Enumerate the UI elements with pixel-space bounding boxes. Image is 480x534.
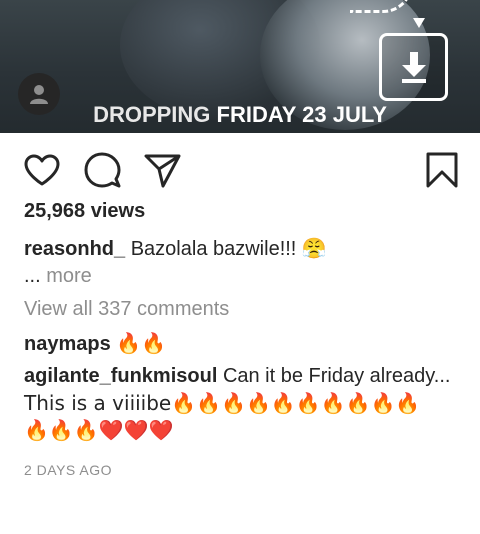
view-count[interactable]: 25,968 views bbox=[24, 198, 456, 225]
download-icon bbox=[401, 52, 426, 83]
tagged-user-avatar[interactable] bbox=[18, 73, 60, 115]
comment-icon bbox=[84, 152, 121, 188]
comment-text: 🔥🔥 bbox=[116, 331, 167, 355]
caption-username[interactable]: reasonhd_ bbox=[24, 238, 125, 260]
comment-item: agilante_funkmisoul Can it be Friday alr… bbox=[24, 363, 456, 444]
caption-more-row: ... more bbox=[24, 263, 456, 290]
caption-text: Bazolala bazwile!!! 😤 bbox=[130, 238, 327, 260]
bookmark-icon bbox=[426, 152, 458, 188]
like-button[interactable] bbox=[22, 150, 62, 190]
comment-text-line3: 🔥🔥🔥❤️❤️❤️ bbox=[24, 418, 174, 442]
media-banner-text: DROPPING FRIDAY 23 JULY bbox=[0, 102, 480, 128]
view-all-comments-link[interactable]: View all 337 comments bbox=[24, 296, 456, 323]
post-actions-bar bbox=[0, 145, 480, 195]
banner-word-dropping: DROPPING bbox=[93, 102, 211, 127]
caption: reasonhd_ Bazolala bazwile!!! 😤 bbox=[24, 236, 456, 263]
post-timestamp: 2 DAYS AGO bbox=[24, 462, 112, 478]
comment-item: naymaps 🔥🔥 bbox=[24, 330, 456, 358]
send-icon bbox=[144, 154, 181, 188]
comment-username[interactable]: agilante_funkmisoul bbox=[24, 365, 217, 387]
person-icon bbox=[30, 85, 48, 104]
more-link[interactable]: more bbox=[46, 265, 92, 287]
more-ellipsis: ... bbox=[24, 265, 41, 287]
comment-button[interactable] bbox=[82, 150, 122, 190]
comment-username[interactable]: naymaps bbox=[24, 333, 111, 355]
save-button[interactable] bbox=[422, 150, 462, 190]
comment-text-line2: This is a viiiibe🔥🔥🔥🔥🔥🔥🔥🔥🔥🔥 bbox=[24, 391, 421, 415]
heart-icon bbox=[24, 154, 60, 186]
post-media[interactable]: DROPPING FRIDAY 23 JULY bbox=[0, 0, 480, 133]
arrow-tip-graphic bbox=[413, 18, 425, 28]
banner-date: FRIDAY 23 JULY bbox=[216, 102, 387, 127]
download-graphic bbox=[379, 33, 448, 101]
comment-text: Can it be Friday already... bbox=[222, 365, 451, 387]
share-button[interactable] bbox=[142, 150, 182, 190]
